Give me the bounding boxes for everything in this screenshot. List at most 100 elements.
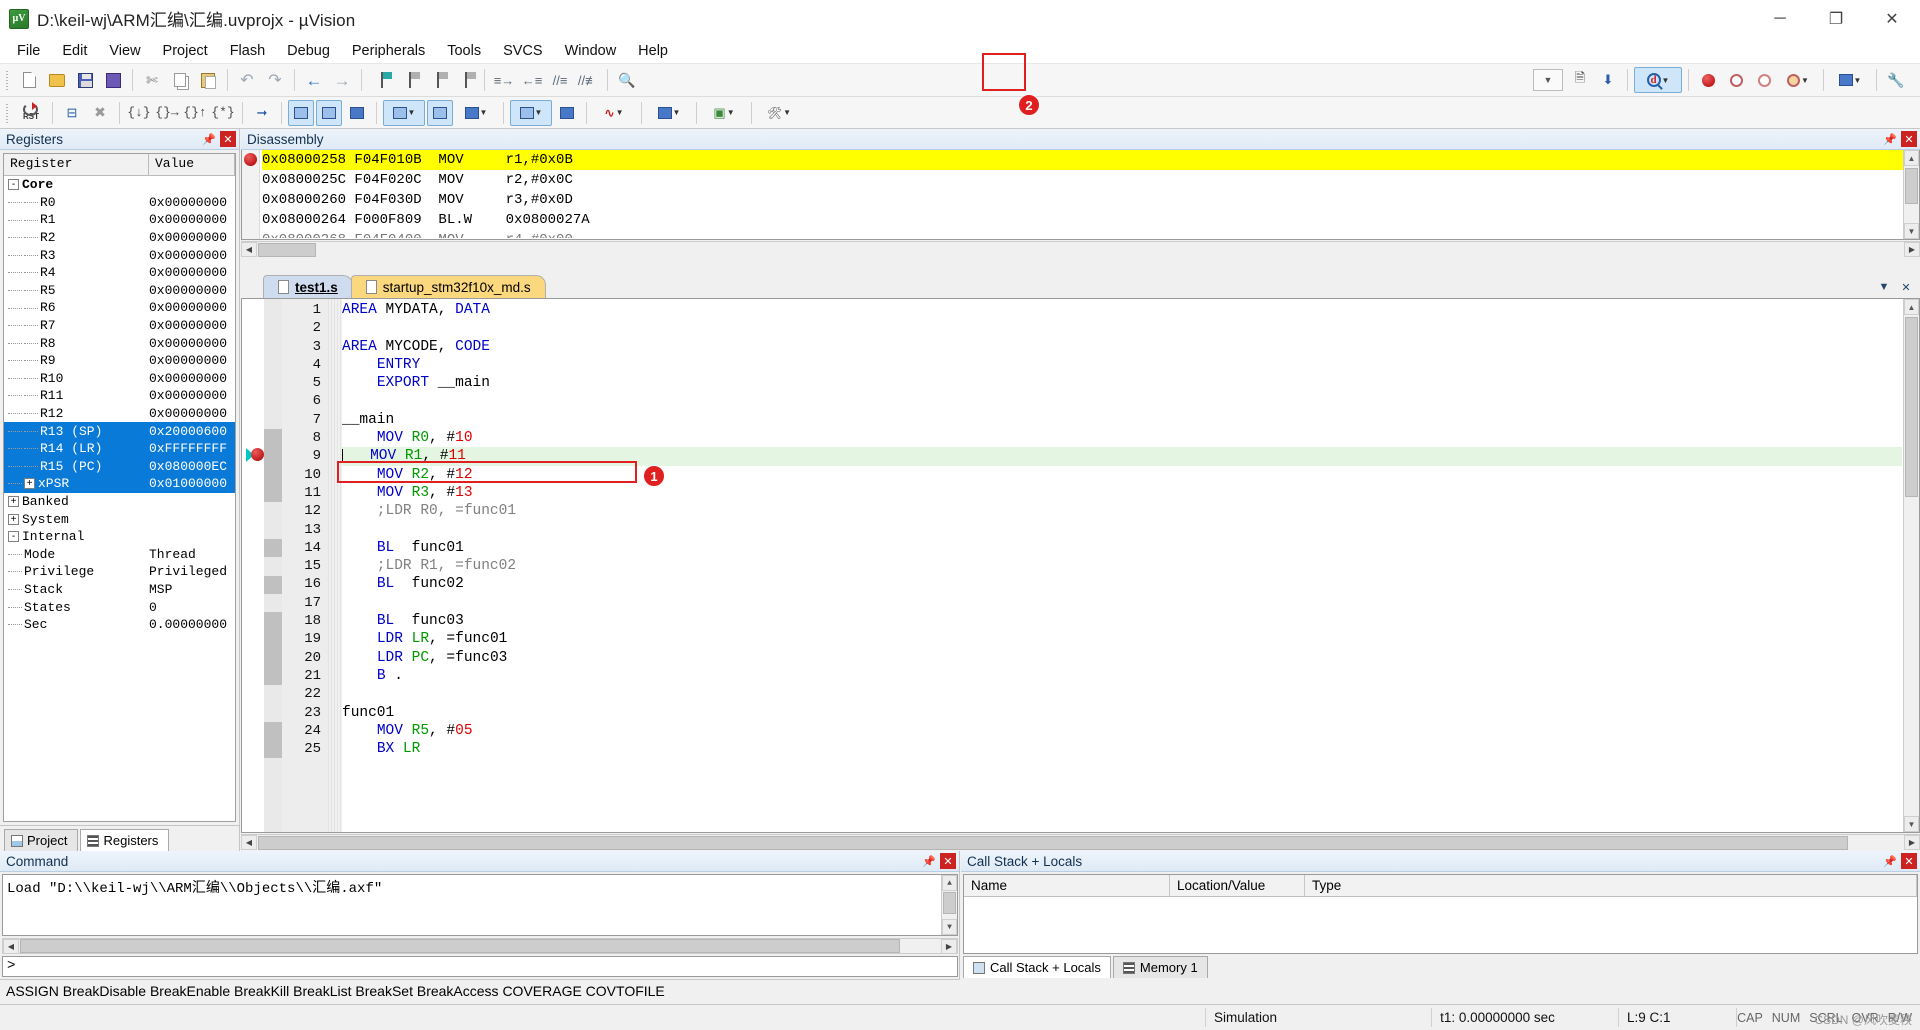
menu-window[interactable]: Window — [554, 40, 628, 62]
editor-code-line[interactable] — [342, 594, 1902, 612]
editor-code-area[interactable]: AREA MYDATA, DATA AREA MYCODE, CODE ENTRY… — [342, 301, 1902, 832]
breakpoint-marker-icon[interactable] — [244, 153, 257, 166]
debug-settings-wrench-button[interactable]: 🔧 — [1883, 67, 1909, 93]
find-in-files-button[interactable]: 🔍 — [614, 67, 640, 93]
editor-code-line[interactable] — [342, 685, 1902, 703]
symbols-window-button[interactable] — [344, 100, 370, 126]
call-stack-window-button[interactable] — [427, 99, 453, 126]
pin-icon[interactable]: 📌 — [921, 853, 937, 869]
register-row[interactable]: R2 0x00000000 — [4, 229, 235, 247]
disassembly-vscrollbar[interactable]: ▲ ▼ — [1903, 150, 1919, 239]
tab-call-stack-locals[interactable]: Call Stack + Locals — [963, 956, 1111, 978]
register-row[interactable]: R14 (LR) 0xFFFFFFFF — [4, 439, 235, 458]
debug-settings-button[interactable]: 🗎 — [1567, 67, 1593, 93]
minimize-button[interactable]: ─ — [1752, 0, 1808, 38]
editor-code-line[interactable]: MOV R2, #12 — [342, 466, 1902, 484]
reset-cpu-button[interactable]: RST — [16, 100, 46, 126]
open-file-button[interactable] — [44, 67, 70, 93]
register-row[interactable]: R7 0x00000000 — [4, 317, 235, 335]
editor-dropdown-icon[interactable]: ▼ — [1876, 279, 1892, 295]
scroll-left-icon[interactable]: ◀ — [241, 835, 257, 850]
editor-code-line[interactable] — [342, 319, 1902, 337]
close-icon[interactable]: ✕ — [1901, 853, 1917, 869]
register-row[interactable]: R12 0x00000000 — [4, 405, 235, 423]
menu-project[interactable]: Project — [152, 40, 219, 62]
registers-window-button[interactable]: ▼ — [383, 99, 425, 126]
editor-code-line[interactable] — [342, 392, 1902, 410]
editor-code-line[interactable]: AREA MYDATA, DATA — [342, 301, 1902, 319]
scroll-thumb[interactable] — [1905, 168, 1918, 204]
new-file-button[interactable] — [16, 67, 42, 93]
uncomment-button[interactable]: //≢ — [575, 67, 601, 93]
toolbar-grip-2[interactable] — [4, 101, 12, 124]
show-next-statement-button[interactable]: ▼ — [1830, 67, 1870, 93]
hscroll-thumb[interactable] — [20, 939, 900, 953]
editor-code-line[interactable] — [342, 521, 1902, 539]
register-row[interactable]: R9 0x00000000 — [4, 352, 235, 370]
editor-code-line[interactable]: BL func01 — [342, 539, 1902, 557]
command-input[interactable]: > — [2, 956, 958, 977]
register-row[interactable]: + System — [4, 510, 235, 528]
tree-toggle-icon[interactable]: + — [8, 496, 19, 508]
menu-tools[interactable]: Tools — [436, 40, 492, 62]
register-row[interactable]: R4 0x00000000 — [4, 264, 235, 282]
insert-bookmark-button[interactable] — [368, 67, 394, 93]
target-options-dropdown[interactable]: ▼ — [1533, 69, 1563, 91]
command-vscrollbar[interactable]: ▲ ▼ — [941, 875, 957, 935]
watch-window-button[interactable]: ▼ — [455, 100, 497, 126]
register-row[interactable]: R6 0x00000000 — [4, 299, 235, 317]
scroll-down-icon[interactable]: ▼ — [1904, 223, 1919, 239]
enable-disable-breakpoint-button[interactable] — [1723, 67, 1749, 93]
column-header-value[interactable]: Value — [149, 154, 235, 175]
hscroll-thumb[interactable] — [258, 242, 316, 257]
editor-fold-column[interactable] — [328, 299, 342, 832]
registers-grid[interactable]: Register Value - Core R0 0x00000000 R1 0x0000… — [3, 153, 236, 822]
maximize-button[interactable]: ❐ — [1808, 0, 1864, 38]
kill-all-breakpoints-button[interactable]: ▼ — [1779, 67, 1817, 93]
scroll-thumb[interactable] — [943, 892, 956, 914]
register-row[interactable]: Stack MSP — [4, 581, 235, 599]
menu-edit[interactable]: Edit — [51, 40, 98, 62]
menu-help[interactable]: Help — [627, 40, 679, 62]
editor-breakpoint-column[interactable] — [242, 299, 264, 832]
editor-code-line[interactable]: B . — [342, 667, 1902, 685]
program-counter-marker-icon[interactable] — [246, 447, 264, 463]
editor-code-line[interactable]: LDR LR, =func01 — [342, 630, 1902, 648]
command-hscrollbar[interactable]: ◀ ▶ — [2, 938, 958, 954]
configure-target-button[interactable]: ⬇ — [1595, 67, 1621, 93]
editor-code-line[interactable]: MOV R3, #13 — [342, 484, 1902, 502]
step-out-button[interactable]: {}↑ — [182, 100, 208, 126]
editor-code-line[interactable]: BX LR — [342, 740, 1902, 758]
insert-remove-breakpoint-button[interactable] — [1695, 67, 1721, 93]
editor-tab-test1[interactable]: test1.s — [263, 275, 353, 298]
editor-code-line[interactable]: func01 — [342, 704, 1902, 722]
editor-hscrollbar[interactable]: ◀ ▶ — [241, 834, 1920, 850]
disassembly-line[interactable]: 0x08000264 F000F809 BL.W 0x0800027A — [262, 210, 1903, 230]
column-header-type[interactable]: Type — [1305, 875, 1917, 896]
trace-window-button[interactable]: ▼ — [648, 100, 690, 126]
menu-flash[interactable]: Flash — [219, 40, 276, 62]
editor-code-line[interactable]: LDR PC, =func03 — [342, 649, 1902, 667]
hscroll-thumb[interactable] — [258, 835, 1848, 850]
editor-code-line[interactable]: ;LDR R1, =func02 — [342, 557, 1902, 575]
close-icon[interactable]: ✕ — [1901, 131, 1917, 147]
register-row[interactable]: Sec 0.00000000 — [4, 616, 235, 634]
pin-icon[interactable]: 📌 — [201, 131, 217, 147]
tree-toggle-icon[interactable]: - — [8, 531, 19, 543]
scroll-up-icon[interactable]: ▲ — [1904, 299, 1919, 315]
editor-body[interactable]: 1 2 3 4 5 6 7 8 9 10 11 12 13 14 15 16 17 18 19 20 21 22 23 24 2… — [241, 298, 1920, 833]
system-viewer-button[interactable]: ▣ ▼ — [703, 100, 745, 126]
register-row[interactable]: - Internal — [4, 528, 235, 546]
prev-bookmark-button[interactable] — [396, 67, 422, 93]
pin-icon[interactable]: 📌 — [1882, 131, 1898, 147]
call-stack-grid[interactable]: Name Location/Value Type — [963, 874, 1918, 954]
tree-toggle-icon[interactable]: + — [8, 513, 19, 525]
editor-close-icon[interactable]: ✕ — [1898, 279, 1914, 295]
editor-code-line[interactable]: MOV R5, #05 — [342, 722, 1902, 740]
register-row[interactable]: R15 (PC) 0x080000EC — [4, 457, 235, 476]
step-button[interactable]: {↓} — [126, 100, 152, 126]
menu-view[interactable]: View — [98, 40, 151, 62]
cut-button[interactable]: ✄ — [139, 67, 165, 93]
register-row[interactable]: R3 0x00000000 — [4, 246, 235, 264]
disassembly-window-button[interactable] — [316, 99, 342, 126]
